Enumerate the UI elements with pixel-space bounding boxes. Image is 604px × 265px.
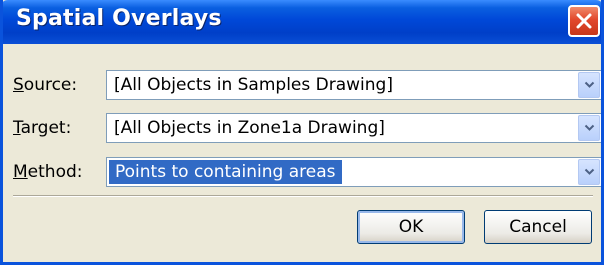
ok-button[interactable]: OK <box>357 210 465 244</box>
title-bar[interactable]: Spatial Overlays <box>3 0 601 44</box>
chevron-down-icon <box>584 168 595 175</box>
dialog-title: Spatial Overlays <box>16 6 222 31</box>
method-value: Points to containing areas <box>109 160 342 184</box>
target-dropdown-button[interactable] <box>578 115 600 141</box>
target-select[interactable]: [All Objects in Zone1a Drawing] <box>106 113 601 143</box>
chevron-down-icon <box>584 124 595 131</box>
target-label: Target: <box>13 118 72 138</box>
source-value: [All Objects in Samples Drawing] <box>114 75 393 95</box>
method-row: Method: Points to containing areas <box>13 157 601 189</box>
method-dropdown-button[interactable] <box>578 159 600 185</box>
target-value: [All Objects in Zone1a Drawing] <box>114 118 385 138</box>
close-icon <box>576 13 592 29</box>
method-label: Method: <box>13 162 83 182</box>
dialog-window: Spatial Overlays Source: [All Objects in… <box>0 0 604 265</box>
source-label: Source: <box>13 75 78 95</box>
source-select[interactable]: [All Objects in Samples Drawing] <box>106 70 601 100</box>
close-button[interactable] <box>568 5 600 37</box>
method-select[interactable]: Points to containing areas <box>106 157 601 187</box>
target-row: Target: [All Objects in Zone1a Drawing] <box>13 113 601 145</box>
cancel-button[interactable]: Cancel <box>484 210 592 244</box>
chevron-down-icon <box>584 81 595 88</box>
source-row: Source: [All Objects in Samples Drawing] <box>13 70 601 102</box>
source-dropdown-button[interactable] <box>578 72 600 98</box>
separator <box>13 195 593 197</box>
